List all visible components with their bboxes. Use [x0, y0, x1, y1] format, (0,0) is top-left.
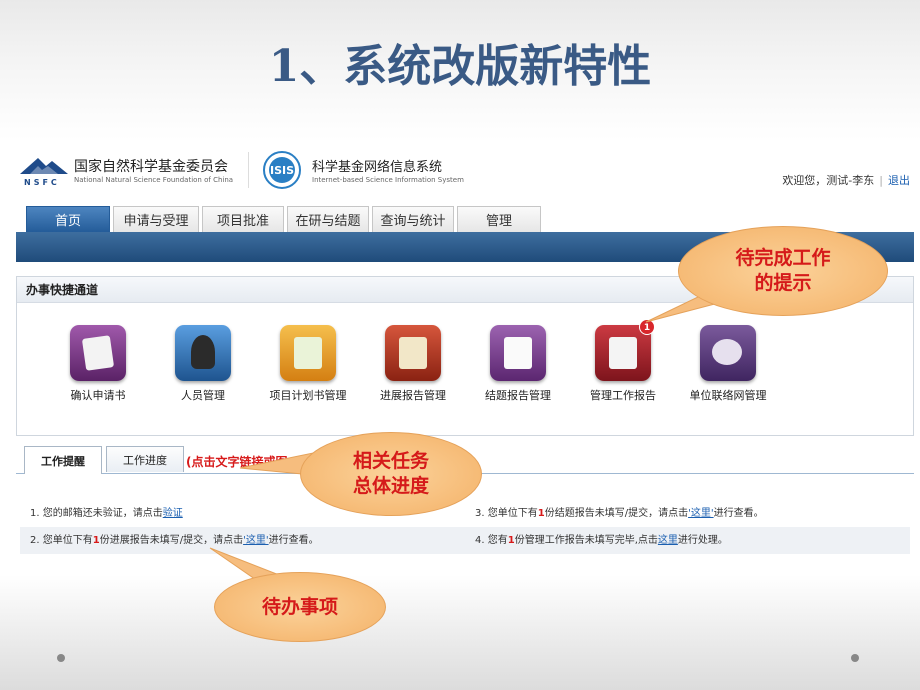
plan-document-icon[interactable]	[280, 325, 336, 381]
reminder-item-3: 3. 您单位下有1份结题报告未填写/提交，请点击'这里'进行查看。	[465, 500, 910, 527]
callout-task-progress: 相关任务 总体进度	[300, 432, 482, 516]
reminder-text: 进行查看。	[268, 535, 319, 546]
tab-application[interactable]: 申请与受理	[113, 206, 199, 232]
slide-title: 1、系统改版新特性	[268, 41, 652, 92]
tab-ongoing[interactable]: 在研与结题	[287, 206, 369, 232]
callout-text: 的提示	[754, 272, 812, 294]
reminder-item-2: 2. 您单位下有1份进展报告未填写/提交，请点击'这里'进行查看。	[20, 527, 465, 554]
reminder-text: 份结题报告未填写/提交，请点击	[544, 508, 689, 519]
quick-item-label[interactable]: 项目计划书管理	[253, 387, 363, 403]
reminder-count: 1	[507, 535, 515, 546]
quick-item-personnel[interactable]: 人员管理	[148, 325, 258, 403]
callout-pending-work: 待完成工作 的提示	[678, 226, 888, 316]
tab-manage[interactable]: 管理	[457, 206, 541, 232]
callout-text: 待办事项	[261, 595, 338, 618]
quick-item-label[interactable]: 进展报告管理	[358, 387, 468, 403]
tab-query[interactable]: 查询与统计	[372, 206, 454, 232]
callout-text: 待完成工作	[735, 247, 831, 270]
work-report-icon[interactable]: 1	[595, 319, 655, 381]
nsfc-logo-icon: NSFC	[20, 158, 68, 187]
tab-work-progress[interactable]: 工作进度	[106, 446, 184, 472]
isis-logo-icon: ISIS	[263, 151, 301, 189]
tab-approval[interactable]: 项目批准	[202, 206, 284, 232]
reminder-row: 1. 您的邮箱还未验证，请点击验证 3. 您单位下有1份结题报告未填写/提交，请…	[20, 500, 910, 527]
logout-link[interactable]: 退出	[888, 174, 910, 187]
main-nav-tabs: 首页 申请与受理 项目批准 在研与结题 查询与统计 管理	[26, 206, 544, 232]
progress-report-icon[interactable]	[385, 325, 441, 381]
here-link[interactable]: '这里'	[688, 508, 714, 519]
welcome-bar: 欢迎您，测试-李东 | 退出	[782, 172, 910, 188]
isis-logo-text: ISIS	[270, 164, 294, 177]
system-name-en: Internet-based Science Information Syste…	[312, 176, 464, 184]
here-link[interactable]: '这里'	[243, 535, 269, 546]
slide-dot	[851, 654, 859, 662]
reminder-text: 份管理工作报告未填写完毕,点击	[514, 535, 658, 546]
org-name-cn: 国家自然科学基金委员会	[74, 159, 228, 175]
site-header: NSFC 国家自然科学基金委员会 National Natural Scienc…	[16, 140, 914, 200]
nsfc-abbr: NSFC	[24, 178, 60, 187]
org-name-en: National Natural Science Foundation of C…	[74, 176, 234, 184]
personnel-icon[interactable]	[175, 325, 231, 381]
system-name-cn: 科学基金网络信息系统	[312, 160, 443, 175]
quick-item-final-report[interactable]: 结题报告管理	[463, 325, 573, 403]
quick-item-label[interactable]: 单位联络网管理	[673, 387, 783, 403]
callout-text: 相关任务	[352, 450, 429, 473]
reminder-text: 2. 您单位下有	[30, 535, 93, 546]
work-link-hint: (点击文字链接或图	[186, 455, 288, 469]
reminder-text: 份进展报告未填写/提交，请点击	[99, 535, 244, 546]
slide-dot	[57, 654, 65, 662]
quick-item-confirm-application[interactable]: 确认申请书	[43, 325, 153, 403]
header-divider	[248, 152, 249, 188]
final-report-icon[interactable]	[490, 325, 546, 381]
reminder-text: 进行处理。	[677, 535, 728, 546]
app-window: NSFC 国家自然科学基金委员会 National Natural Scienc…	[16, 140, 914, 575]
welcome-text: 欢迎您，测试-李东	[782, 174, 875, 187]
quick-item-progress-report[interactable]: 进展报告管理	[358, 325, 468, 403]
reminder-row: 2. 您单位下有1份进展报告未填写/提交，请点击'这里'进行查看。 4. 您有1…	[20, 527, 910, 554]
reminder-item-4: 4. 您有1份管理工作报告未填写完毕,点击这里进行处理。	[465, 527, 910, 554]
tab-home[interactable]: 首页	[26, 206, 110, 232]
reminder-text: 进行查看。	[713, 508, 764, 519]
pending-count-badge: 1	[639, 319, 655, 335]
callout-text: 总体进度	[352, 475, 429, 497]
reminder-list: 1. 您的邮箱还未验证，请点击验证 3. 您单位下有1份结题报告未填写/提交，请…	[20, 500, 910, 554]
verify-link[interactable]: 验证	[163, 508, 183, 519]
quick-item-plan[interactable]: 项目计划书管理	[253, 325, 363, 403]
quick-item-label[interactable]: 确认申请书	[43, 387, 153, 403]
network-icon[interactable]	[700, 325, 756, 381]
quick-item-work-report[interactable]: 1 管理工作报告	[568, 319, 678, 403]
callout-todo: 待办事项	[214, 572, 386, 642]
quick-item-label[interactable]: 结题报告管理	[463, 387, 573, 403]
here-link[interactable]: 这里	[658, 535, 678, 546]
tab-work-reminder[interactable]: 工作提醒	[24, 446, 102, 474]
quick-item-label[interactable]: 人员管理	[148, 387, 258, 403]
reminder-text: 4. 您有	[475, 535, 508, 546]
reminder-count: 1	[92, 535, 100, 546]
reminder-count: 1	[537, 508, 545, 519]
reminder-text: 3. 您单位下有	[475, 508, 538, 519]
quick-item-network[interactable]: 单位联络网管理	[673, 325, 783, 403]
welcome-separator: |	[879, 174, 883, 187]
application-confirm-icon[interactable]	[70, 325, 126, 381]
reminder-text: 1. 您的邮箱还未验证，请点击	[30, 508, 163, 519]
quick-item-label[interactable]: 管理工作报告	[568, 387, 678, 403]
